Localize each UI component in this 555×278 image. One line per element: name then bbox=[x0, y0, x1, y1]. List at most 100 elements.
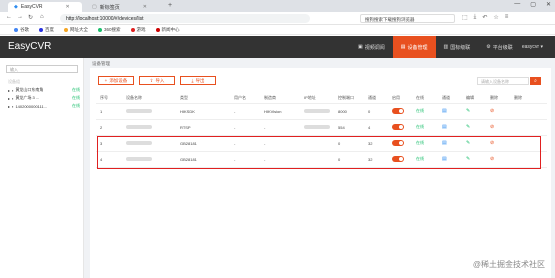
table-row[interactable]: 2 RTSP - - 554 4 在线 ▤ ✎ ⊘ bbox=[96, 119, 547, 136]
plus-icon: + bbox=[104, 78, 108, 83]
tab-title: 新标签页 bbox=[99, 4, 120, 11]
delete-icon[interactable]: ⊘ bbox=[490, 124, 494, 130]
col-header: 删除 bbox=[510, 94, 547, 104]
col-header: 删除 bbox=[486, 94, 510, 104]
bookmark-item[interactable]: 百度 bbox=[39, 27, 54, 33]
upload-icon: ⇪ bbox=[149, 77, 154, 83]
table-row[interactable]: 4 GB28181 - - 0 32 在线 ▤ ✎ ⊘ bbox=[96, 151, 547, 168]
tab-favicon-icon: ▢ bbox=[92, 4, 97, 10]
browser-tab-easycvr[interactable]: ◆ EasyCVR ✕ bbox=[8, 2, 82, 12]
col-header: 在线 bbox=[412, 94, 438, 104]
bookmark-item[interactable]: 谷歌 bbox=[14, 27, 29, 33]
sidebar-search-input[interactable]: 输入 bbox=[6, 65, 78, 73]
channel-list-icon[interactable]: ▤ bbox=[442, 156, 447, 162]
bookmark-icon bbox=[64, 27, 68, 32]
bookmark-item[interactable]: 游戏 bbox=[130, 27, 146, 33]
online-status: 在线 bbox=[412, 151, 438, 168]
history-icon[interactable]: ↶ bbox=[482, 14, 487, 21]
url-input[interactable]: http://localhost:10000/#/devices/list bbox=[60, 14, 310, 23]
channel-list-icon[interactable]: ▤ bbox=[442, 124, 447, 130]
bookmark-icon bbox=[155, 27, 160, 32]
delete-icon[interactable]: ⊘ bbox=[490, 156, 494, 162]
status-badge: 在线 bbox=[72, 87, 80, 92]
address-bar: ← → ↻ ⌂ http://localhost:10000/#/devices… bbox=[0, 12, 555, 25]
enable-toggle[interactable] bbox=[392, 140, 404, 146]
channel-list-icon[interactable]: ▤ bbox=[442, 140, 447, 146]
export-button[interactable]: ⤓ 导出 bbox=[180, 76, 216, 85]
col-header: 通道 bbox=[364, 94, 388, 104]
edit-icon[interactable]: ✎ bbox=[466, 124, 470, 130]
bookmark-item[interactable]: 360搜索 bbox=[98, 27, 121, 33]
download-icon[interactable]: ⤓ bbox=[474, 14, 477, 21]
bookmark-icon bbox=[39, 27, 43, 32]
import-button[interactable]: ⇪ 导入 bbox=[139, 76, 175, 85]
minimize-icon[interactable]: — bbox=[514, 1, 520, 8]
nav-gb-cascade[interactable]: ▥ 国标级联 bbox=[436, 36, 479, 58]
bookmark-item[interactable]: 网址大全 bbox=[64, 27, 88, 33]
nav-video[interactable]: ▣ 视频调阅 bbox=[350, 36, 393, 58]
bookmark-item[interactable]: 新闻中心 bbox=[155, 27, 180, 33]
favorites-icon[interactable]: ☆ bbox=[493, 14, 498, 21]
app-header: EasyCVR ▣ 视频调阅 ▤ 设备管理 ▥ 国标级联 ⚙ 平台级联 easycvr … bbox=[0, 36, 555, 58]
expand-icon[interactable]: ▸ bbox=[8, 88, 10, 93]
maximize-icon[interactable]: ▢ bbox=[530, 1, 536, 8]
device-table: 序号 设备名称 类型 用户名 制造商 IP地址 控制端口 通道 启用 在线 通道… bbox=[96, 94, 547, 168]
nav-device-management[interactable]: ▤ 设备管理 bbox=[392, 36, 436, 58]
watermark: @稀土掘金技术社区 bbox=[472, 260, 545, 269]
folder-icon: ▪ bbox=[12, 103, 14, 109]
redacted-ip bbox=[304, 108, 330, 113]
top-nav: ▣ 视频调阅 ▤ 设备管理 ▥ 国标级联 ⚙ 平台级联 bbox=[350, 36, 521, 58]
channel-list-icon[interactable]: ▤ bbox=[442, 108, 447, 114]
col-header: 设备名称 bbox=[122, 94, 176, 104]
bookmark-icon bbox=[14, 27, 18, 32]
redacted-name bbox=[126, 124, 152, 129]
col-header: 编辑 bbox=[462, 94, 486, 104]
bookmarks-bar: 谷歌 百度 网址大全 360搜索 游戏 新闻中心 bbox=[0, 25, 555, 35]
delete-icon[interactable]: ⊘ bbox=[490, 140, 494, 146]
close-tab-icon[interactable]: ✕ bbox=[143, 4, 147, 10]
forward-icon[interactable]: → bbox=[17, 14, 23, 20]
browser-search-input[interactable]: 搜狗搜索下载搜狗浏览器 bbox=[360, 14, 455, 23]
edit-icon[interactable]: ✎ bbox=[466, 140, 470, 146]
enable-toggle[interactable] bbox=[392, 124, 404, 130]
table-row[interactable]: 1 HIKSDK - HIKVision 8000 0 在线 ▤ ✎ ⊘ bbox=[96, 103, 547, 120]
col-header: 启用 bbox=[388, 94, 412, 104]
table-row[interactable]: 3 GB28181 - - 0 32 在线 ▤ ✎ ⊘ bbox=[96, 135, 547, 152]
redacted-name bbox=[126, 108, 152, 113]
user-menu[interactable]: easycvr ▾ bbox=[522, 44, 543, 50]
folder-icon: ▪ bbox=[12, 87, 14, 93]
expand-icon[interactable]: ▸ bbox=[8, 104, 10, 109]
reload-icon[interactable]: ↻ bbox=[28, 14, 33, 21]
tree-root[interactable]: 设备组 bbox=[4, 78, 82, 86]
tree-item[interactable]: ▸ ▪ 黄龙山口东南角 在线 bbox=[4, 86, 82, 94]
breadcrumb: 设备管理 bbox=[92, 61, 110, 66]
main-content: 设备管理 + 添加设备 ⇪ 导入 ⤓ 导出 请输入设备名称 ⌕ 序号 设备名称 类型 … bbox=[84, 58, 555, 278]
device-search-input[interactable]: 请输入设备名称 bbox=[477, 77, 529, 85]
search-button[interactable]: ⌕ bbox=[530, 77, 541, 85]
edit-icon[interactable]: ✎ bbox=[466, 156, 470, 162]
extension-icon[interactable]: ⬚ bbox=[462, 14, 468, 21]
expand-icon[interactable]: ▸ bbox=[8, 96, 10, 101]
enable-toggle[interactable] bbox=[392, 108, 404, 114]
tree-item[interactable]: ▸ ▪ 黄龙广场.3 ... 在线 bbox=[4, 94, 82, 102]
close-tab-icon[interactable]: ✕ bbox=[66, 4, 70, 10]
close-window-icon[interactable]: ✕ bbox=[546, 1, 551, 8]
menu-icon[interactable]: ≡ bbox=[505, 14, 509, 21]
home-icon[interactable]: ⌂ bbox=[40, 14, 44, 20]
browser-tab-new[interactable]: ▢ 新标签页 ✕ bbox=[86, 2, 164, 12]
enable-toggle[interactable] bbox=[392, 156, 404, 162]
tree-item[interactable]: ▸ ▪ 1402000000111... 在线 bbox=[4, 102, 82, 110]
col-header: 序号 bbox=[96, 94, 122, 104]
tab-favicon-icon: ◆ bbox=[14, 4, 18, 10]
back-icon[interactable]: ← bbox=[6, 14, 12, 20]
redacted-name bbox=[126, 140, 152, 145]
delete-icon[interactable]: ⊘ bbox=[490, 108, 494, 114]
nav-platform-cascade[interactable]: ⚙ 平台级联 bbox=[478, 36, 521, 58]
device-tree-sidebar: 输入 设备组 ▸ ▪ 黄龙山口东南角 在线 ▸ ▪ 黄龙广场.3 ... 在线 … bbox=[0, 58, 84, 278]
new-tab-icon[interactable]: + bbox=[168, 2, 172, 9]
add-device-button[interactable]: + 添加设备 bbox=[98, 76, 134, 85]
status-badge: 在线 bbox=[72, 103, 80, 108]
edit-icon[interactable]: ✎ bbox=[466, 108, 470, 114]
chevron-down-icon: ▾ bbox=[540, 44, 543, 50]
platform-icon: ⚙ bbox=[486, 44, 491, 50]
